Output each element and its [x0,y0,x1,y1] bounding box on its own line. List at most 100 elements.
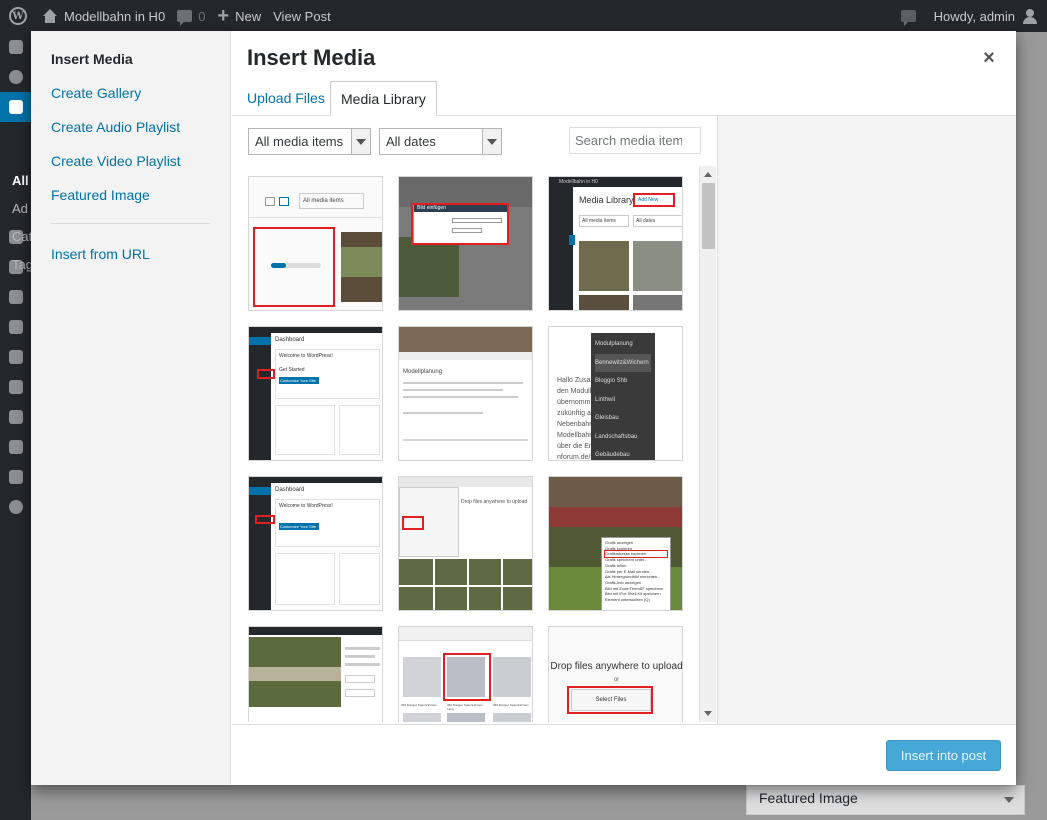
insert-into-post-button[interactable]: Insert into post [886,740,1001,771]
thumb-text-line [403,382,523,384]
wordpress-logo-icon: W [9,7,27,25]
admin-menu-dashboard[interactable] [0,32,31,62]
thumb-welcome-text: Welcome to WordPress! [279,503,333,509]
attachment-thumb-6[interactable]: Hallo Zusa den Modulb übernomm zukünftig… [548,326,683,461]
tab-media-library[interactable]: Media Library [330,81,437,116]
bg-menu-tags: Tag [12,257,33,272]
thumb-part-image [403,657,441,697]
admin-menu-jetpack[interactable] [0,62,31,92]
thumb-browser-bar [399,477,532,487]
thumb-customize-button: Customize Your Site [279,377,319,384]
settings-icon [8,470,23,484]
thumb-heading: Dashboard [275,337,305,343]
thumb-text-line [403,389,503,391]
thumb-grid-gap [399,585,532,587]
thumb-part-image [493,657,531,697]
attachment-thumb-8[interactable]: Drop files anywhere to upload [398,476,533,611]
menu-separator [51,223,210,224]
forms-icon [8,320,23,334]
search-input[interactable] [569,127,701,154]
attachment-thumb-2[interactable]: Bild einfügen [398,176,533,311]
users-icon [8,410,23,424]
wordpress-logo-link[interactable]: W [0,0,36,32]
attachment-details-sidebar [717,116,1016,724]
thumb-text-line [345,663,380,666]
attachment-thumb-4[interactable]: Dashboard Welcome to WordPress! Get Star… [248,326,383,461]
admin-bar: W Modellbahn in H0 0 + New View Post Howd… [0,0,1047,32]
close-button[interactable]: × [974,43,1004,73]
brush-icon [8,350,23,364]
thumb-welcome-text: Welcome to WordPress! [279,353,333,359]
admin-menu-settings[interactable] [0,462,31,492]
menu-insert-media[interactable]: Insert Media [51,51,133,67]
thumb-select: All media items [299,193,364,209]
thumb-heading: Modellplanung [403,369,443,375]
thumb-file-dialog [399,487,459,557]
thumb-panel [275,553,335,605]
media-type-filter[interactable]: All media items [248,128,371,155]
attachment-thumb-12[interactable]: Drop files anywhere to upload or Select … [548,626,683,722]
admin-menu-comments[interactable] [0,282,31,312]
admin-menu-tools[interactable] [0,432,31,462]
thumb-select: All media items [579,215,629,227]
admin-menu-appearance[interactable] [0,342,31,372]
new-content-link[interactable]: + New [211,0,267,32]
attachment-thumb-10[interactable] [248,626,383,722]
bg-menu-add: Ad [12,201,28,216]
notification-icon [900,10,916,26]
admin-menu-forms[interactable] [0,312,31,342]
thumb-photo [579,295,629,310]
comments-link[interactable]: 0 [171,0,211,32]
thumb-photo [341,247,382,277]
scroll-thumb[interactable] [702,183,715,249]
menu-create-gallery[interactable]: Create Gallery [51,85,141,101]
notification-link[interactable] [895,0,928,32]
thumb-panel [275,405,335,455]
admin-menu [0,32,31,820]
thumb-caption: 360 Flanger Spannrahmen Lang [447,703,483,711]
attachment-thumb-9[interactable]: Grafik anzeigen Grafik kopieren Grafikad… [548,476,683,611]
attachment-thumb-5[interactable]: Modellplanung [398,326,533,461]
jetpack-icon [8,70,23,84]
thumb-part-image [447,713,485,722]
thumb-text-line [403,439,528,441]
attachment-thumb-3[interactable]: Modellbahn in H0 Media Library Add New A… [548,176,683,311]
chevron-down-icon [482,129,501,154]
menu-create-audio-playlist[interactable]: Create Audio Playlist [51,119,180,135]
attachment-thumb-7[interactable]: Dashboard Welcome to WordPress! Customiz… [248,476,383,611]
user-icon [1023,9,1037,24]
progress-fill [271,263,286,268]
thumb-sidebar [249,333,271,460]
date-filter-value: All dates [386,134,436,149]
menu-create-video-playlist[interactable]: Create Video Playlist [51,153,181,169]
scroll-up-icon [704,172,712,177]
site-name: Modellbahn in H0 [64,8,166,24]
attachment-thumb-11[interactable]: 360 Flanger Spannrahmen 360 Flanger Span… [398,626,533,722]
thumb-or-text: or [613,677,620,683]
scroll-down-icon [704,711,712,716]
admin-menu-users[interactable] [0,402,31,432]
view-post-link[interactable]: View Post [267,0,337,32]
thumb-photo [399,327,532,352]
thumb-photo [633,295,682,310]
thumb-menu-item: Bennewitz&Wichern [595,353,651,372]
highlight-box [257,369,275,379]
home-icon [42,9,58,23]
thumb-panel [339,405,380,455]
view-post-label: View Post [273,8,331,24]
menu-featured-image[interactable]: Featured Image [51,187,150,203]
thumb-menu-item: Bloggio Shb [595,378,628,384]
grid-scrollbar[interactable] [699,166,716,722]
account-link[interactable]: Howdy, admin [928,0,1047,32]
thumb-menu-item: Modulplanung [595,341,633,347]
admin-menu-collapse[interactable] [0,492,31,522]
site-name-link[interactable]: Modellbahn in H0 [36,0,171,32]
attachments-grid: All media items Bild einfügen Modellbahn… [232,166,717,722]
tab-upload-files[interactable]: Upload Files [237,81,335,116]
attachment-thumb-1[interactable]: All media items [248,176,383,311]
admin-menu-plugins[interactable] [0,372,31,402]
thumb-menu-item: Element untersuchen (Q) [605,597,650,603]
menu-insert-from-url[interactable]: Insert from URL [51,246,150,262]
admin-menu-posts[interactable] [0,92,31,122]
date-filter[interactable]: All dates [379,128,502,155]
